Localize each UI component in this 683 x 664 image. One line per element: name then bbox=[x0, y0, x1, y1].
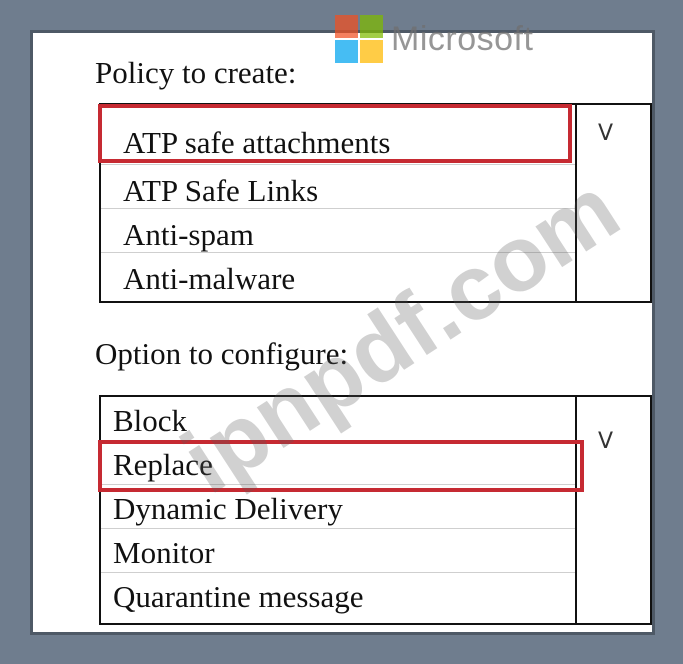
option-block[interactable]: Block bbox=[101, 397, 575, 441]
chevron-down-icon[interactable]: V bbox=[598, 431, 613, 453]
option-dropdown[interactable]: Block Replace Dynamic Delivery Monitor Q… bbox=[99, 395, 652, 625]
microsoft-logo: Microsoft bbox=[335, 15, 533, 63]
policy-option-list: ATP safe attachments ATP Safe Links Anti… bbox=[101, 105, 577, 301]
microsoft-squares-icon bbox=[335, 15, 383, 63]
option-replace[interactable]: Replace bbox=[101, 441, 575, 485]
option-quarantine-message[interactable]: Quarantine message bbox=[101, 573, 575, 625]
policy-option-atp-safe-attachments[interactable]: ATP safe attachments bbox=[101, 105, 575, 165]
policy-dropdown[interactable]: ATP safe attachments ATP Safe Links Anti… bbox=[99, 103, 652, 303]
policy-option-anti-malware[interactable]: Anti-malware bbox=[101, 253, 575, 297]
option-dynamic-delivery[interactable]: Dynamic Delivery bbox=[101, 485, 575, 529]
policy-option-atp-safe-links[interactable]: ATP Safe Links bbox=[101, 165, 575, 209]
policy-option-anti-spam[interactable]: Anti-spam bbox=[101, 209, 575, 253]
answer-area: Microsoft Policy to create: ATP safe att… bbox=[30, 15, 655, 635]
policy-label: Policy to create: bbox=[95, 55, 297, 90]
option-monitor[interactable]: Monitor bbox=[101, 529, 575, 573]
chevron-down-icon[interactable]: V bbox=[598, 123, 613, 145]
option-label: Option to configure: bbox=[95, 336, 349, 371]
microsoft-wordmark: Microsoft bbox=[391, 19, 534, 58]
option-option-list: Block Replace Dynamic Delivery Monitor Q… bbox=[101, 397, 577, 623]
